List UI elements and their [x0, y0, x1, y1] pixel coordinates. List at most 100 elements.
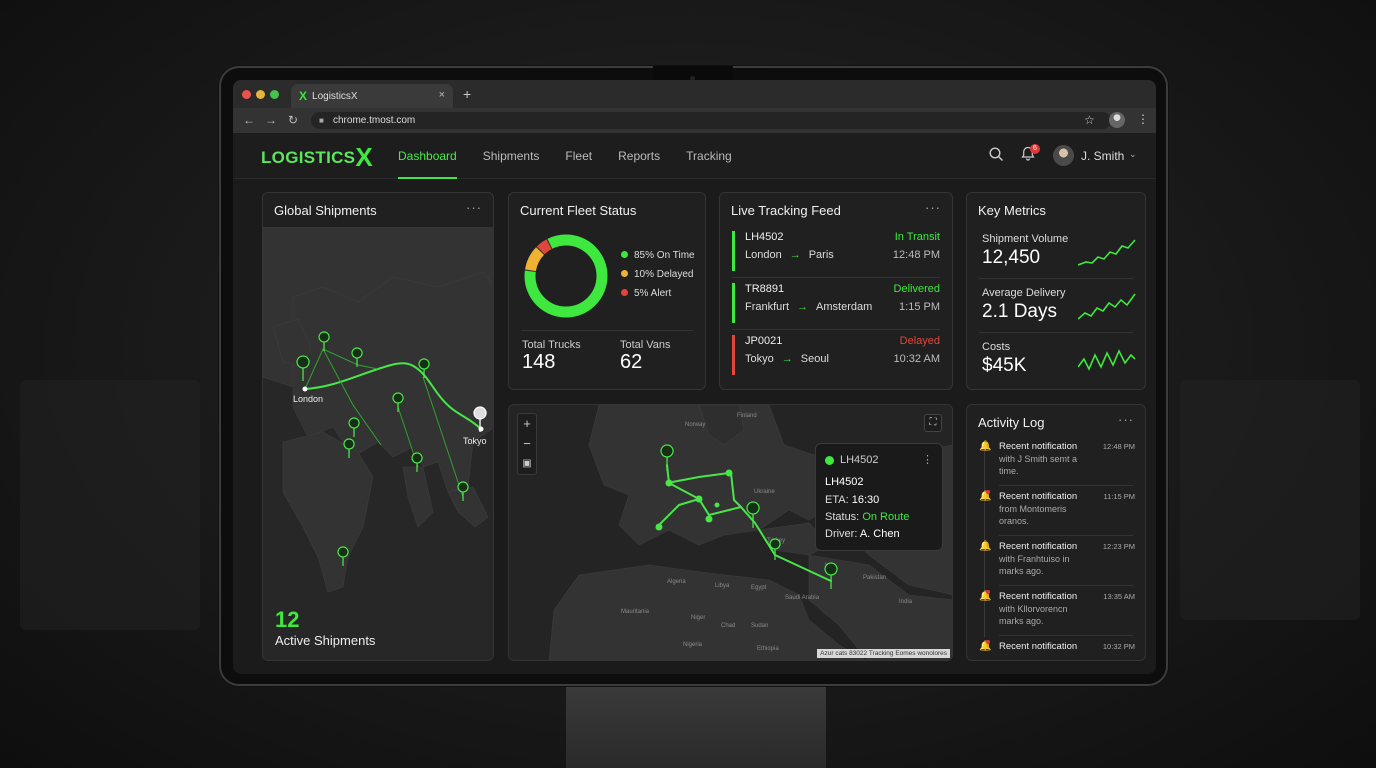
- more-options-icon[interactable]: ···: [466, 200, 482, 215]
- log-item[interactable]: 🔔 Recent notification with Franhtuiso in m…: [979, 541, 1135, 589]
- divider: [979, 278, 1133, 279]
- user-avatar[interactable]: [1053, 145, 1074, 166]
- popup-shipment-id: LH4502: [825, 476, 864, 488]
- sparkline: [1078, 293, 1136, 320]
- feed-route: Tokyo → Seoul: [745, 353, 829, 365]
- svg-text:Algeria: Algeria: [667, 579, 686, 585]
- log-item[interactable]: 🔔 Recent notification 10:32 PM: [979, 640, 1135, 660]
- browser-address-bar: ← → ↻ ■ chrome.tmost.com ☆ ⋮: [233, 108, 1156, 133]
- browser-menu-icon[interactable]: ⋮: [1137, 112, 1149, 126]
- tab-close-icon[interactable]: ×: [439, 89, 445, 101]
- app-header: LOGISTICSX Dashboard Shipments Fleet Rep…: [233, 133, 1156, 179]
- monitor-stand: [566, 686, 826, 768]
- log-time: 12:23 PM: [1102, 542, 1135, 551]
- nav-dashboard[interactable]: Dashboard: [398, 133, 457, 179]
- browser-profile-avatar[interactable]: [1109, 112, 1125, 128]
- world-map[interactable]: London Tokyo: [263, 226, 493, 660]
- fleet-donut-chart: [524, 234, 608, 318]
- city-label-london: London: [293, 394, 323, 404]
- legend-alert: 5% Alert: [621, 288, 671, 299]
- nav-fleet[interactable]: Fleet: [565, 133, 592, 179]
- map-attribution: Azur cats 83022 Tracking Eomes wonolores: [817, 649, 950, 658]
- zoom-out-button[interactable]: −: [518, 434, 536, 454]
- tab-title: LogisticsX: [312, 90, 358, 102]
- log-item[interactable]: 🔔 Recent notification with Kllorvorencn ma…: [979, 590, 1135, 639]
- metric-average-delivery: Average Delivery 2.1 Days: [982, 287, 1136, 337]
- log-title: Recent notification: [999, 491, 1078, 502]
- europe-tracking-map[interactable]: Finland Norway Ukraine Turkey Algeria Li…: [508, 404, 953, 661]
- close-window-icon[interactable]: [242, 90, 251, 99]
- svg-text:Niger: Niger: [691, 615, 705, 621]
- feed-item[interactable]: LH4502 In Transit London → Paris 12:48 PM: [732, 231, 940, 271]
- log-time: 12:48 PM: [1102, 442, 1135, 451]
- chevron-down-icon[interactable]: ⌄: [1129, 149, 1137, 160]
- log-item[interactable]: 🔔 Recent notification with J Smith semt a …: [979, 441, 1135, 489]
- legend-delayed: 10% Delayed: [621, 269, 693, 280]
- svg-text:Libya: Libya: [715, 583, 730, 589]
- svg-text:Norway: Norway: [685, 422, 705, 428]
- svg-text:Pakistan: Pakistan: [863, 575, 886, 581]
- log-item[interactable]: 🔔 Recent notification from Montomeris oran…: [979, 490, 1135, 539]
- divider: [999, 485, 1133, 486]
- recenter-icon[interactable]: ▣: [518, 454, 536, 474]
- monitor: X LogisticsX × + ← → ↻ ■ chrome.tmost.co…: [219, 66, 1168, 686]
- legend-dot-red: [621, 289, 628, 296]
- legend-dot-orange: [621, 270, 628, 277]
- search-icon[interactable]: [989, 147, 1004, 166]
- feed-item[interactable]: TR8891 Delivered Frankfurt → Amsterdam 1:1…: [732, 283, 940, 323]
- fullscreen-icon[interactable]: ⛶: [924, 414, 942, 432]
- feed-route: London → Paris: [745, 249, 834, 261]
- feed-shipment-id: TR8891: [745, 283, 785, 295]
- maximize-window-icon[interactable]: [270, 90, 279, 99]
- popup-header-id: LH4502: [840, 454, 879, 466]
- reload-icon[interactable]: ↻: [288, 113, 298, 127]
- url-input[interactable]: ■ chrome.tmost.com: [311, 112, 1111, 129]
- minimize-window-icon[interactable]: [256, 90, 265, 99]
- back-icon[interactable]: ←: [243, 113, 255, 127]
- more-options-icon[interactable]: ···: [925, 200, 941, 215]
- log-time: 10:32 PM: [1102, 642, 1135, 651]
- feed-destination: Paris: [808, 249, 834, 261]
- nav-shipments[interactable]: Shipments: [483, 133, 540, 179]
- key-metrics-card: Key Metrics Shipment Volume 12,450 Avera…: [966, 192, 1146, 390]
- divider: [999, 585, 1133, 586]
- alert-dot: [986, 590, 990, 594]
- feed-origin: Tokyo: [745, 353, 774, 365]
- activity-log-title: Activity Log: [978, 415, 1045, 430]
- total-trucks-label: Total Trucks: [522, 339, 581, 351]
- svg-text:Ukraine: Ukraine: [754, 489, 775, 495]
- zoom-in-button[interactable]: +: [518, 414, 536, 434]
- legend-dot-green: [621, 251, 628, 258]
- logo-x: X: [355, 142, 373, 172]
- browser-tab-bar: X LogisticsX × +: [233, 80, 1156, 108]
- feed-status: Delayed: [899, 335, 940, 347]
- arrow-right-icon: →: [797, 301, 809, 313]
- popup-eta: ETA: 16:30: [825, 494, 879, 506]
- log-time: 11:15 PM: [1103, 492, 1135, 501]
- nav-reports[interactable]: Reports: [618, 133, 660, 179]
- legend-label: 85% On Time: [634, 250, 695, 261]
- feed-time: 12:48 PM: [892, 249, 940, 261]
- driver-value: A. Chen: [859, 528, 900, 540]
- feed-item[interactable]: JP0021 Delayed Tokyo → Seoul 10:32 AM: [732, 335, 940, 375]
- forward-icon[interactable]: →: [265, 113, 277, 127]
- arrow-right-icon: →: [781, 353, 793, 365]
- user-name[interactable]: J. Smith: [1081, 149, 1124, 163]
- logisticsx-logo[interactable]: LOGISTICSX: [261, 144, 373, 170]
- feed-status: Delivered: [893, 283, 940, 295]
- background-shelf: [20, 380, 200, 630]
- popup-menu-icon[interactable]: ⋮: [922, 453, 933, 466]
- svg-text:Sudan: Sudan: [751, 623, 768, 629]
- screen: X LogisticsX × + ← → ↻ ■ chrome.tmost.co…: [233, 80, 1156, 674]
- feed-origin: London: [745, 249, 782, 261]
- browser-tab[interactable]: X LogisticsX ×: [291, 84, 453, 108]
- new-tab-button[interactable]: +: [463, 86, 471, 102]
- nav-tracking[interactable]: Tracking: [686, 133, 732, 179]
- legend-label: 5% Alert: [634, 288, 672, 299]
- total-vans-value: 62: [620, 351, 643, 373]
- more-options-icon[interactable]: ···: [1118, 412, 1134, 427]
- shipment-popup[interactable]: LH4502 ⋮ LH4502 ETA: 16:30 Status: On Ro…: [815, 443, 943, 551]
- feed-shipment-id: JP0021: [745, 335, 783, 347]
- feed-time: 10:32 AM: [893, 353, 940, 365]
- bookmark-star-icon[interactable]: ☆: [1084, 113, 1095, 127]
